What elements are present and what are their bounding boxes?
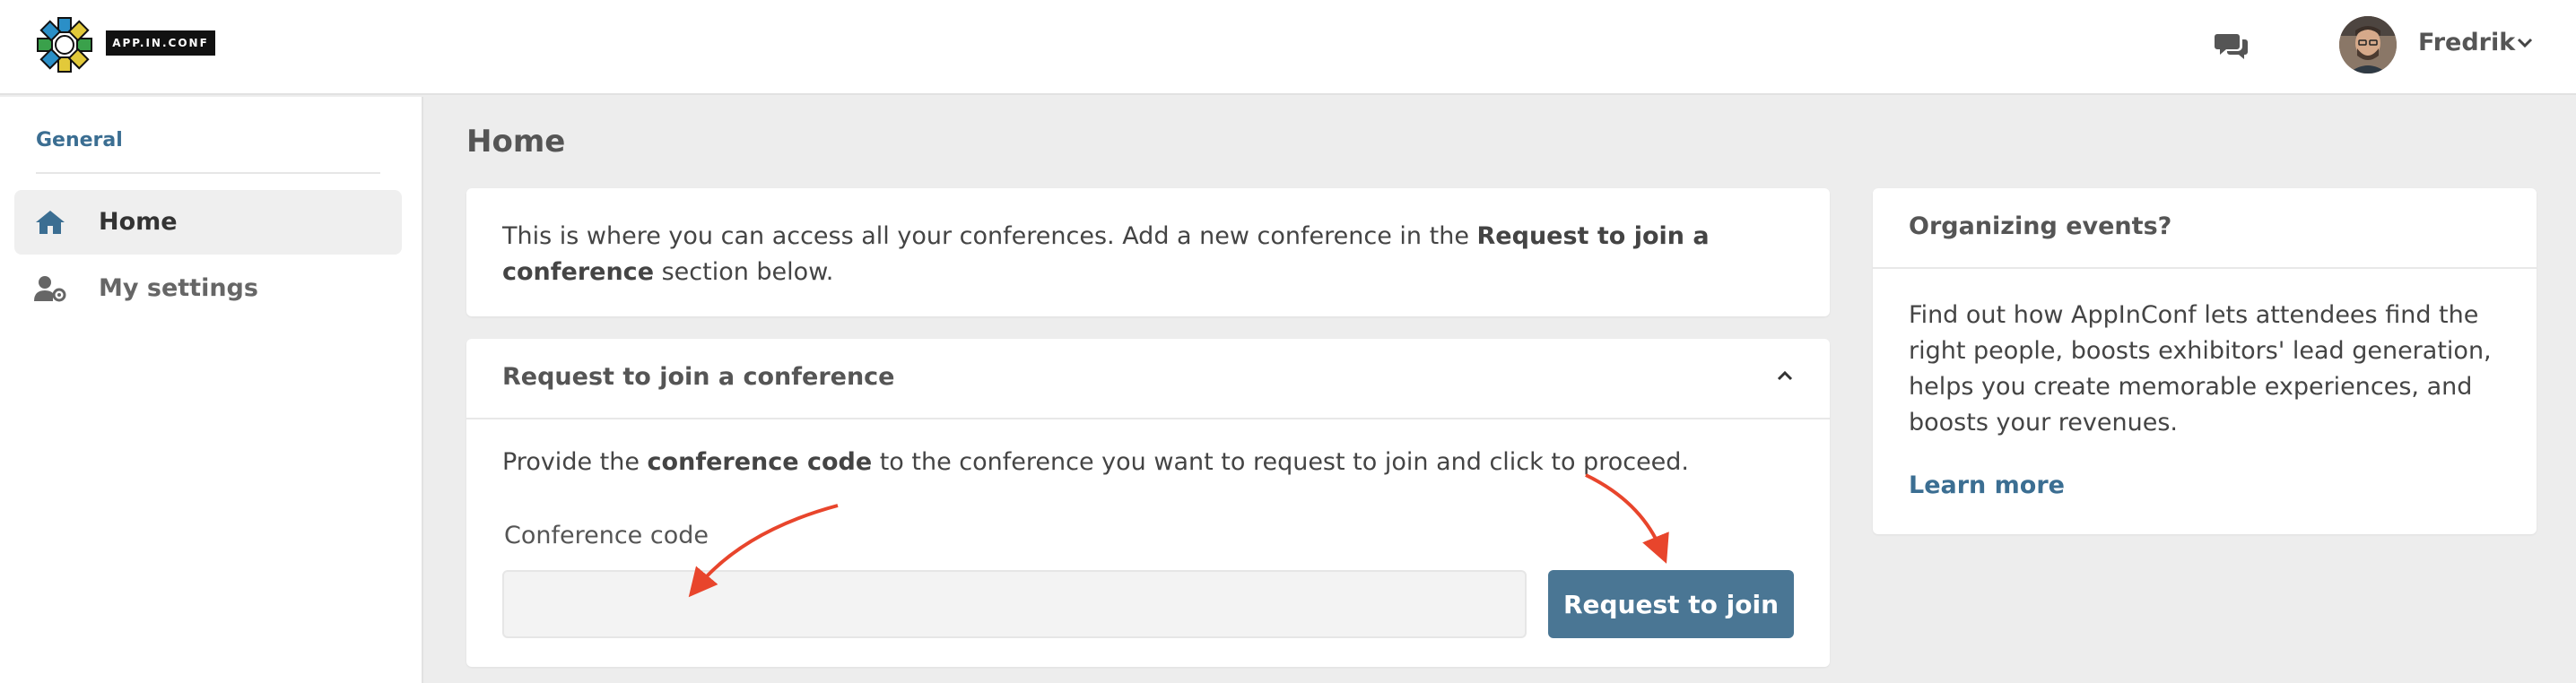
chevron-up-icon[interactable] xyxy=(1776,369,1794,382)
sidebar-item-label: Home xyxy=(99,208,178,236)
chat-icon[interactable] xyxy=(2214,30,2250,61)
sidebar-section-title: General xyxy=(36,129,123,151)
user-menu[interactable]: Fredrik xyxy=(2339,16,2546,75)
join-card-header[interactable]: Request to join a conference xyxy=(466,339,1830,419)
join-description: Provide the conference code to the confe… xyxy=(502,448,1690,476)
sidebar-item-label: My settings xyxy=(99,274,258,302)
page-title: Home xyxy=(466,124,566,160)
appinconf-logo-icon[interactable] xyxy=(36,16,93,73)
avatar xyxy=(2339,16,2397,73)
logo-wordmark: APP.IN.CONF xyxy=(106,30,215,56)
chevron-down-icon xyxy=(2517,38,2533,48)
organize-description: Find out how AppInConf lets attendees fi… xyxy=(1909,301,2492,437)
sidebar-item-home[interactable]: Home xyxy=(14,190,402,255)
request-to-join-button[interactable]: Request to join xyxy=(1548,570,1794,638)
organize-card-header: Organizing events? xyxy=(1873,188,2537,269)
learn-more-link[interactable]: Learn more xyxy=(1909,471,2065,499)
top-header: APP.IN.CONF Fredrik xyxy=(0,0,2576,95)
join-conference-card: Request to join a conference Provide the… xyxy=(466,339,1830,667)
sidebar-item-my-settings[interactable]: My settings xyxy=(14,256,402,321)
sidebar: General Home My settings xyxy=(0,97,423,683)
intro-text: This is where you can access all your co… xyxy=(502,222,1710,286)
user-settings-icon xyxy=(34,276,66,302)
join-card-title: Request to join a conference xyxy=(502,363,895,391)
conference-code-input[interactable] xyxy=(502,570,1527,638)
organizing-events-card: Organizing events? Find out how AppInCon… xyxy=(1873,188,2537,534)
intro-card: This is where you can access all your co… xyxy=(466,188,1830,316)
sidebar-divider xyxy=(36,172,380,174)
conference-code-label: Conference code xyxy=(504,522,709,549)
organize-card-title: Organizing events? xyxy=(1909,212,2172,240)
user-name: Fredrik xyxy=(2418,29,2516,56)
home-icon xyxy=(36,211,65,234)
